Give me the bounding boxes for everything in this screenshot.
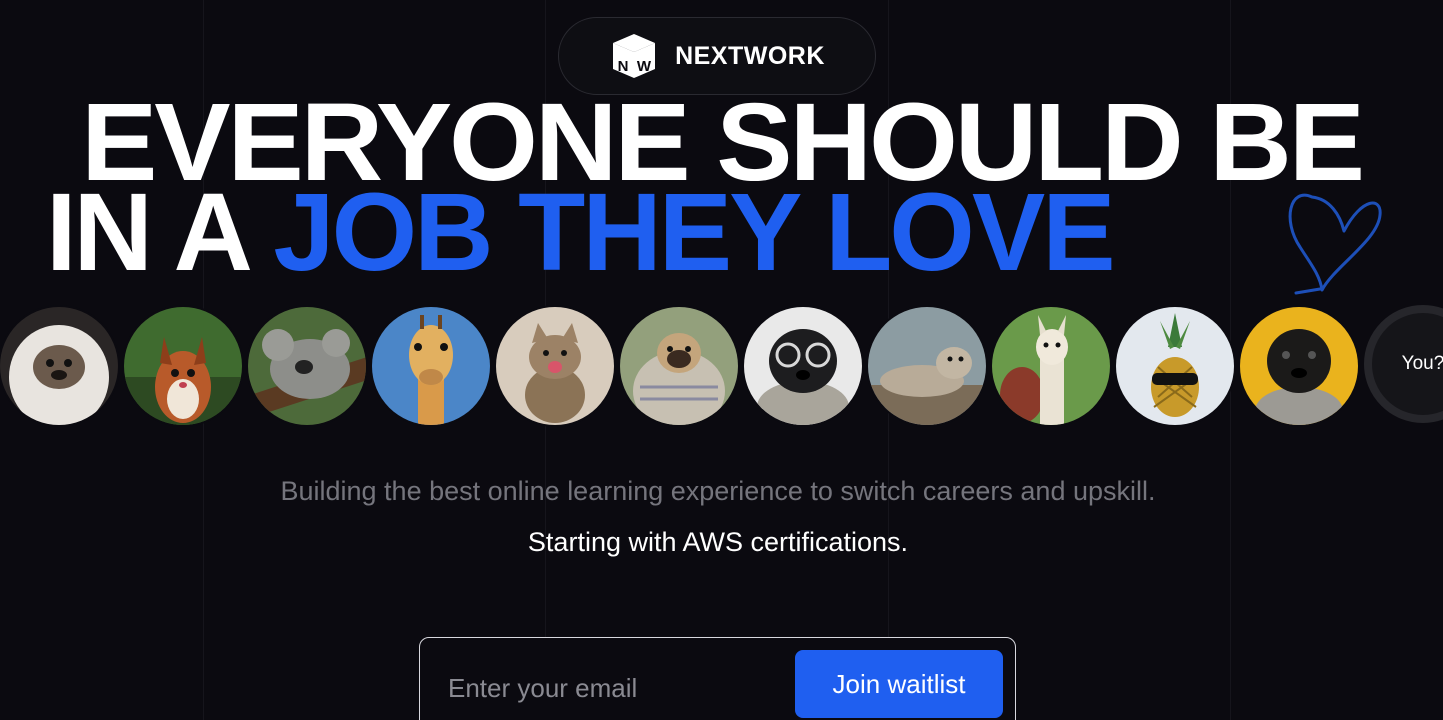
landing-page: N W NEXTWORK EVERYONE SHOULD BE IN A JOB…	[0, 0, 1443, 720]
email-input[interactable]	[446, 662, 780, 714]
avatar-seal	[866, 305, 988, 427]
avatar-squirrel	[122, 305, 244, 427]
community-avatars: You?	[0, 305, 1443, 427]
you-label: You?	[1401, 353, 1443, 374]
avatar-kitten	[494, 305, 616, 427]
waitlist-form: Join waitlist	[419, 637, 1016, 720]
avatar-pineapple	[1114, 305, 1236, 427]
avatar-koala	[246, 305, 368, 427]
brand-name: NEXTWORK	[675, 41, 825, 70]
hero-subtitle: Building the best online learning experi…	[280, 476, 1156, 506]
hero-tagline: Starting with AWS certifications.	[527, 527, 909, 557]
hero-headline-line2: IN A JOB THEY LOVE	[46, 178, 1116, 288]
avatar-pug-glasses	[742, 305, 864, 427]
hero-headline-highlight: JOB THEY LOVE	[273, 171, 1115, 294]
you-placeholder-avatar: You?	[1364, 305, 1443, 423]
hero-headline-prefix: IN A	[46, 171, 274, 294]
nextwork-cube-icon: N W	[613, 34, 656, 78]
logo-letter-n: N	[618, 58, 629, 75]
join-waitlist-button[interactable]: Join waitlist	[795, 650, 1003, 718]
avatar-giraffe	[370, 305, 492, 427]
avatar-fluffy-dog	[0, 305, 120, 427]
logo-letter-w: W	[637, 58, 652, 75]
avatar-alpaca	[990, 305, 1112, 427]
avatar-pug-yellow	[1238, 305, 1360, 427]
avatar-pug-blanket	[618, 305, 740, 427]
heart-outline-icon	[1288, 193, 1382, 295]
